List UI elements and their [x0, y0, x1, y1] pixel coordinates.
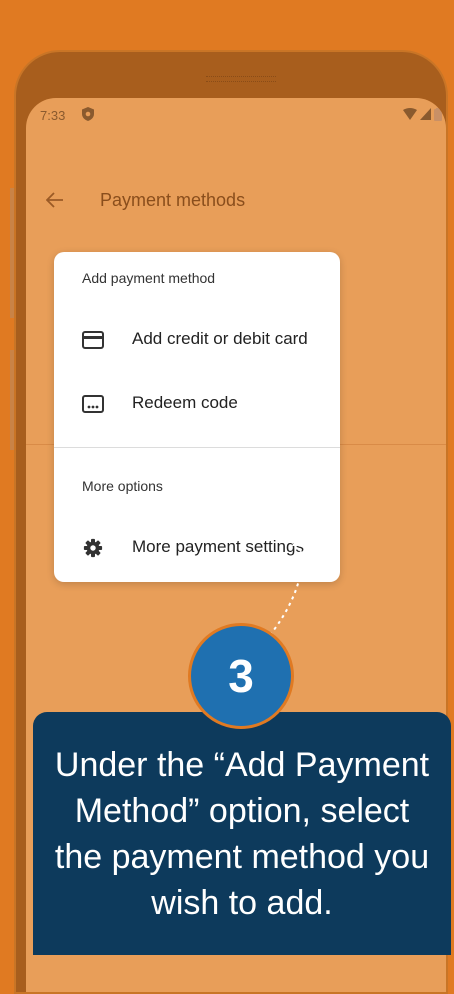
menu-item-redeem-code[interactable]: Redeem code [54, 376, 340, 432]
phone-side-button [10, 350, 14, 450]
menu-item-label: Add credit or debit card [132, 329, 308, 348]
system-icons [403, 108, 442, 121]
gear-icon [83, 538, 103, 558]
redeem-code-icon [82, 395, 104, 413]
page-title: Payment methods [100, 190, 246, 210]
step-number-badge: 3 [188, 623, 294, 729]
back-arrow-icon[interactable] [46, 192, 64, 208]
menu-header-more-options: More options [82, 478, 163, 494]
menu-divider [54, 447, 340, 448]
menu-header-add-payment: Add payment method [82, 270, 216, 286]
wifi-icon [403, 108, 417, 120]
battery-icon [434, 108, 442, 121]
instruction-callout: Under the “Add Payment Method” option, s… [33, 712, 451, 955]
menu-item-label: Redeem code [132, 393, 238, 412]
phone-side-button [10, 188, 14, 318]
instruction-text: Under the “Add Payment Method” option, s… [54, 746, 430, 922]
status-bar: 7:33 [26, 98, 446, 132]
dotted-arrow-icon [269, 534, 304, 636]
speaker-grille [206, 76, 276, 82]
credit-card-icon [82, 331, 104, 349]
signal-icon [420, 108, 431, 120]
status-time: 7:33 [40, 108, 66, 123]
menu-item-add-card[interactable]: Add credit or debit card [54, 312, 340, 368]
app-bar: Payment methods [26, 182, 446, 222]
shield-icon [82, 107, 94, 121]
